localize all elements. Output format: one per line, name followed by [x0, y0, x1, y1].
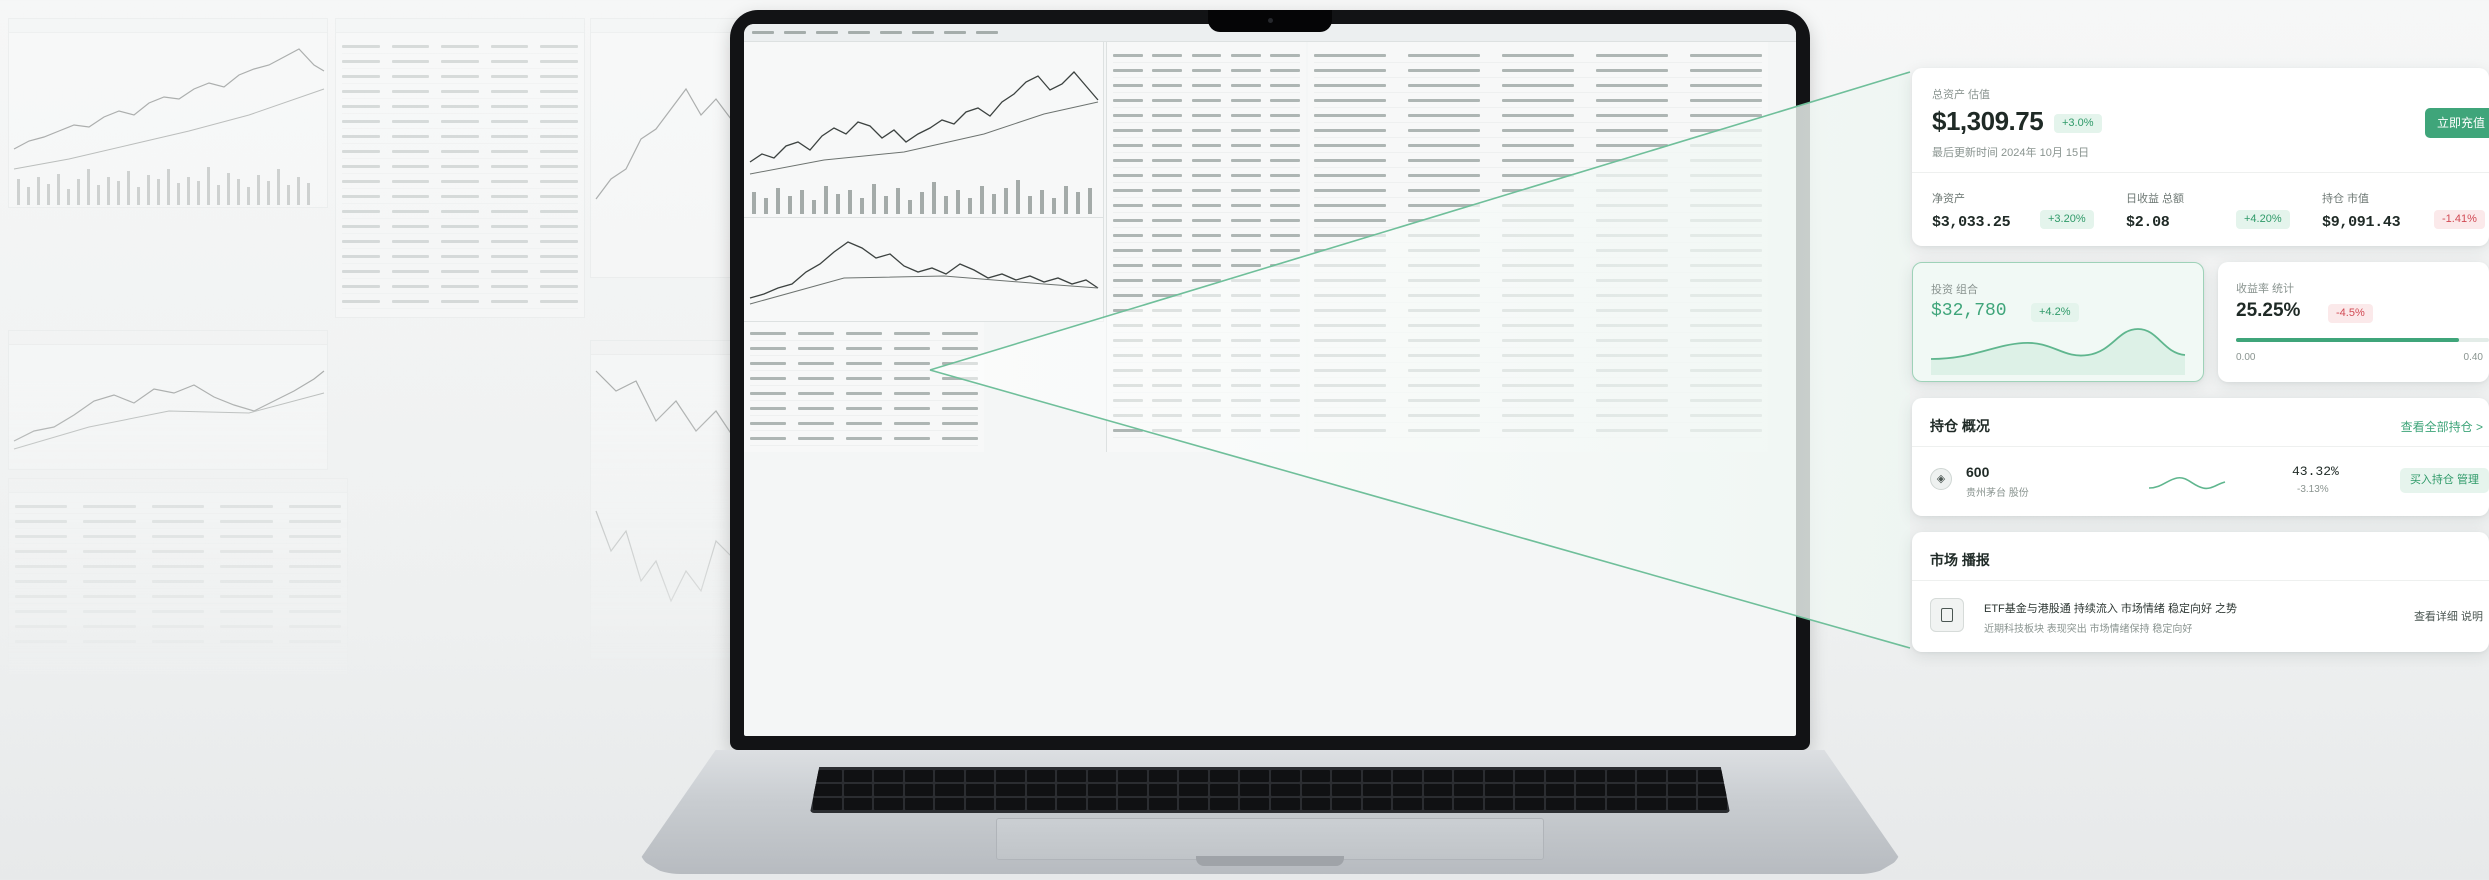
rate-range-right: 0.40: [2463, 352, 2483, 363]
kpi-change: +3.20%: [2040, 210, 2094, 229]
screen-secondary-chart: [744, 218, 1104, 322]
position-delta: -3.13%: [2297, 484, 2329, 495]
balance-subtitle: 最后更新时间 2024年 10月 15日: [1932, 147, 2090, 159]
bg-tab-row: [336, 19, 584, 33]
rate-progress-fill: [2236, 338, 2459, 342]
trackpad: [996, 818, 1544, 860]
camera-notch: [1208, 10, 1332, 32]
kpi-label: 日收益 总额: [2126, 193, 2185, 205]
kpi-change: +4.20%: [2236, 210, 2290, 229]
notice-divider: [1912, 580, 2489, 581]
screen-rows: [750, 326, 978, 446]
kpi-change: -1.41%: [2434, 210, 2485, 229]
position-sparkline: [2148, 476, 2226, 490]
balance-value: $1,309.75: [1932, 106, 2044, 136]
camera-icon: [1268, 18, 1273, 23]
notice-detail: 近期科技板块 表现突出 市场情绪保持 稳定向好: [1984, 624, 2193, 635]
notice-headline: ETF基金与港股通 持续流入 市场情绪 稳定向好 之势: [1984, 603, 2237, 615]
laptop-screen: [744, 24, 1796, 736]
portfolio-sparkline: [1930, 328, 2186, 375]
screen-orders-table: [744, 322, 984, 452]
bg-rows: [15, 499, 341, 649]
bg-quote-table: [335, 18, 585, 318]
kpi-position-value: 持仓 市值 $9,091.43 -1.41%: [2322, 190, 2489, 231]
bg-tab-row: [9, 479, 347, 493]
view-all-positions-link[interactable]: 查看全部持仓 >: [2401, 418, 2483, 435]
bg-price-chart: [13, 48, 325, 205]
bg-orders-table: [8, 478, 348, 678]
position-name: 贵州茅台 股份: [1966, 488, 2029, 499]
rate-change-badge: -4.5%: [2328, 304, 2373, 323]
positions-title: 持仓 概况: [1930, 418, 1990, 434]
notice-title: 市场 播报: [1930, 552, 1990, 568]
screen-main-chart: [744, 42, 1104, 218]
notice-card: 市场 播报 ETF基金与港股通 持续流入 市场情绪 稳定向好 之势 近期科技板块…: [1912, 532, 2489, 652]
notice-details-link[interactable]: 查看详细 说明: [2414, 608, 2483, 624]
rate-value: 25.25%: [2236, 300, 2301, 321]
balance-label: 总资产 估值: [1932, 89, 1991, 101]
screen-price-chart: [749, 241, 1099, 305]
rate-label: 收益率 统计: [2236, 283, 2295, 295]
screen-price-chart: [749, 71, 1099, 214]
position-symbol: 600: [1966, 464, 1990, 480]
bg-price-chart: [13, 370, 325, 450]
screen-rows: [1314, 48, 1762, 438]
screen-quote-table: [1106, 42, 1306, 452]
rate-card: 收益率 统计 25.25% -4.5% 0.00 0.40: [2218, 262, 2489, 382]
kpi-label: 净资产: [1932, 193, 1965, 205]
screen-rows: [1113, 48, 1300, 438]
kpi-net-assets: 净资产 $3,033.25 +3.20%: [1932, 190, 2102, 231]
bg-chart-panel: [8, 330, 328, 470]
bg-rows: [342, 39, 578, 309]
keyboard: [810, 767, 1730, 813]
kpi-divider: [1912, 172, 2489, 173]
deposit-button[interactable]: 立即充值: [2424, 108, 2489, 138]
laptop: [640, 10, 1900, 880]
kpi-daily-return: 日收益 总额 $2.08 +4.20%: [2126, 190, 2296, 231]
kpi-label: 持仓 市值: [2322, 193, 2370, 205]
portfolio-card[interactable]: 投资 组合 $32,780 +4.2%: [1912, 262, 2204, 382]
screen-side-table: [1308, 42, 1768, 452]
positions-divider: [1912, 446, 2489, 447]
laptop-front-lip: [1196, 856, 1344, 866]
laptop-lid: [730, 10, 1810, 750]
document-icon: [1930, 598, 1964, 632]
rate-progress-track: [2236, 338, 2489, 342]
coin-icon: ◈: [1930, 468, 1952, 490]
bg-chart-panel: [8, 18, 328, 208]
manage-position-button[interactable]: 买入持仓 管理: [2399, 468, 2489, 493]
positions-card: 持仓 概况 查看全部持仓 > ◈ 600 贵州茅台 股份 43.32% -3.1…: [1912, 398, 2489, 516]
balance-card: 总资产 估值 $1,309.75 +3.0% 最后更新时间 2024年 10月 …: [1912, 68, 2489, 246]
position-row[interactable]: ◈ 600 贵州茅台 股份 43.32% -3.13% 买入持仓 管理: [1912, 452, 2489, 512]
rate-range-left: 0.00: [2236, 352, 2256, 363]
position-pct: 43.32%: [2292, 464, 2339, 479]
balance-change-badge: +3.0%: [2054, 114, 2102, 133]
